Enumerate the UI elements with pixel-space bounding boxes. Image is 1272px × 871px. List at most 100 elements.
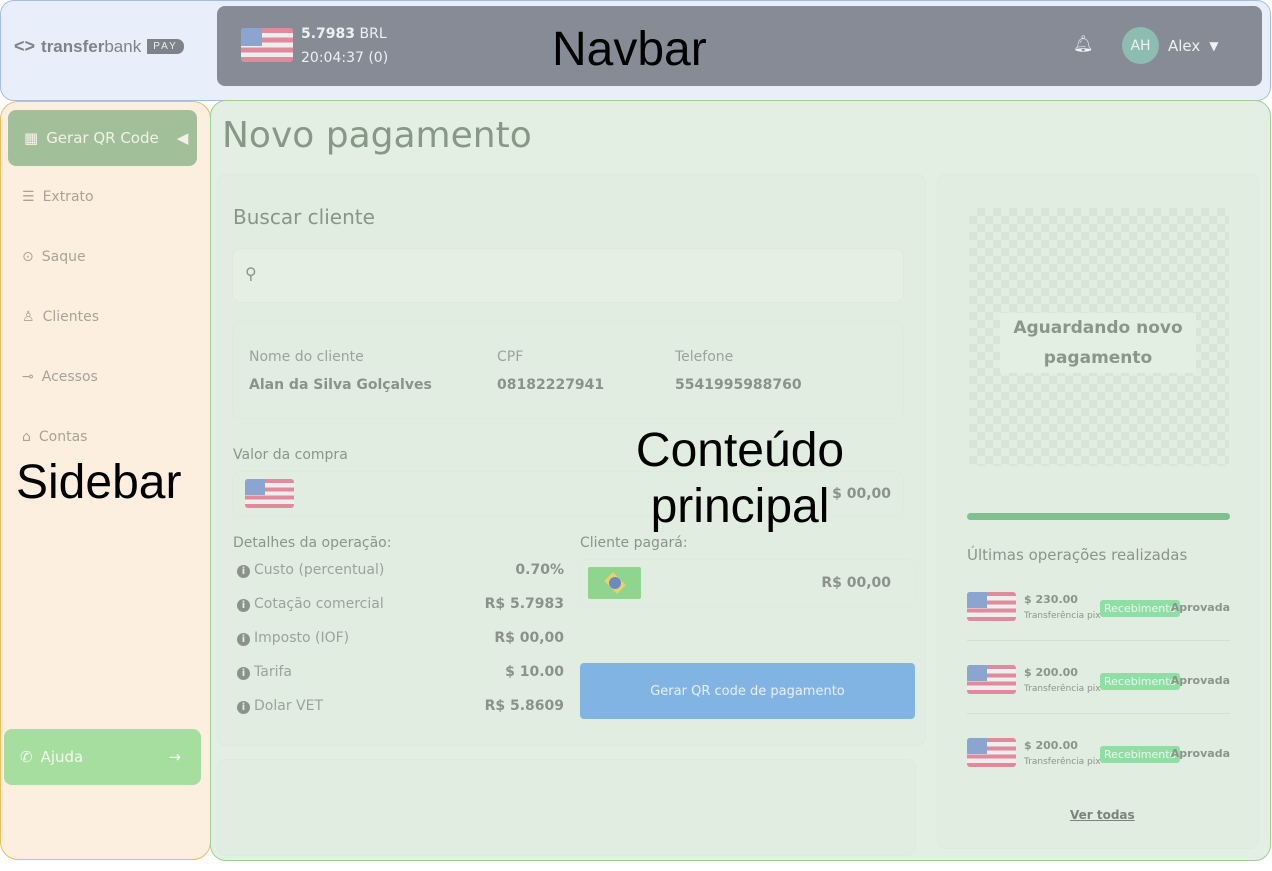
operation-status: Aprovada: [1170, 601, 1230, 614]
detail-label: Tarifa: [254, 664, 292, 680]
sidebar-item-label: Extrato: [42, 189, 94, 205]
detail-label: Imposto (IOF): [254, 630, 350, 646]
search-icon: ⚲: [245, 264, 257, 283]
generate-qr-button[interactable]: Gerar QR code de pagamento: [580, 663, 915, 719]
lower-card: [218, 760, 915, 855]
operation-badge: Recebimento: [1100, 746, 1181, 763]
see-all-link[interactable]: Ver todas: [1070, 808, 1135, 822]
sidebar-item-extrato[interactable]: ☰ Extrato: [22, 189, 94, 205]
us-flag-icon: [967, 592, 1016, 621]
sidebar-item-clientes[interactable]: ♙ Clientes: [22, 309, 99, 325]
operation-badge: Recebimento: [1100, 673, 1181, 690]
client-name: Alan da Silva Golçalves: [249, 377, 432, 393]
progress-bar: [967, 513, 1230, 520]
recent-title: Últimas operações realizadas: [967, 546, 1188, 564]
operation-item[interactable]: $ 230.00 Transferência pix Recebimento Apro…: [967, 590, 1230, 641]
brazil-flag-icon: [588, 567, 641, 599]
client-name-label: Nome do cliente: [249, 349, 364, 365]
detail-row: i Custo (percentual) 0.70%: [237, 562, 564, 578]
navbar: 5.7983 BRL 20:04:37 (0) 🔔︎ AH Alex ▼: [217, 6, 1262, 86]
detail-value: R$ 00,00: [494, 630, 564, 646]
search-title: Buscar cliente: [233, 205, 375, 229]
info-icon: i: [237, 667, 250, 680]
us-flag-icon: [245, 479, 294, 508]
exchange-rate: 5.7983 BRL: [301, 26, 387, 42]
brand-name: transferbank: [41, 36, 142, 56]
divider: [967, 640, 1230, 641]
detail-label-wrap: i Imposto (IOF): [237, 630, 349, 646]
progress-fill: [967, 513, 1230, 520]
operation-item[interactable]: $ 200.00 Transferência pix Recebimento Apro…: [967, 663, 1230, 714]
page-title: Novo pagamento: [222, 115, 532, 156]
sidebar-item-label: Saque: [41, 249, 86, 265]
detail-row: i Tarifa $ 10.00: [237, 664, 564, 680]
sidebar-item-label: Contas: [38, 429, 88, 445]
client-pays-field: R$ 00,00: [580, 560, 915, 606]
detail-label-wrap: i Dolar VET: [237, 698, 323, 714]
brand-badge: PAY: [147, 39, 184, 54]
us-flag-icon: [967, 738, 1016, 767]
operation-type: Transferência pix: [1024, 611, 1101, 621]
phone-value: 5541995988760: [675, 377, 802, 393]
waiting-text: Aguardando novo pagamento: [1000, 313, 1196, 373]
logo-icon: <>: [14, 36, 36, 56]
user-icon: ♙: [22, 309, 35, 325]
user-menu[interactable]: AH Alex ▼: [1122, 27, 1219, 64]
cpf-value: 08182227941: [497, 377, 605, 393]
operation-amount: $ 200.00: [1024, 739, 1078, 752]
detail-value: R$ 5.8609: [484, 698, 564, 714]
key-icon: ⊸: [22, 369, 34, 385]
phone-label: Telefone: [675, 349, 734, 365]
details-label: Detalhes da operação:: [233, 535, 392, 551]
sidebar-item-contas[interactable]: ⌂ Contas: [22, 429, 87, 445]
brand-logo[interactable]: <> transferbank PAY: [14, 36, 184, 57]
operation-amount: $ 200.00: [1024, 666, 1078, 679]
bank-icon: ⌂: [22, 429, 31, 445]
help-button[interactable]: ✆ Ajuda →: [4, 729, 201, 785]
detail-value: R$ 5.7983: [484, 596, 564, 612]
detail-label: Custo (percentual): [254, 562, 385, 578]
info-icon: i: [237, 701, 250, 714]
operation-type: Transferência pix: [1024, 757, 1101, 767]
operation-status: Aprovada: [1170, 674, 1230, 687]
sidebar-item-acessos[interactable]: ⊸ Acessos: [22, 369, 98, 385]
navbar-annotation: Navbar: [552, 23, 707, 76]
us-flag-icon: [241, 28, 293, 62]
user-name: Alex: [1168, 36, 1201, 55]
sidebar-item-gerar-qr-code[interactable]: ▦ Gerar QR Code ◀: [8, 110, 197, 166]
sidebar-item-label: Clientes: [42, 309, 99, 325]
info-icon: i: [237, 599, 250, 612]
operation-amount: $ 230.00: [1024, 593, 1078, 606]
detail-label: Cotação comercial: [254, 596, 384, 612]
detail-value: $ 10.00: [505, 664, 564, 680]
operation-type: Transferência pix: [1024, 684, 1101, 694]
chevron-down-icon: ▼: [1209, 38, 1219, 53]
detail-label: Dolar VET: [254, 698, 323, 714]
operation-badge: Recebimento: [1100, 600, 1181, 617]
client-pays-label: Cliente pagará:: [580, 535, 688, 551]
sidebar-item-label: Acessos: [41, 369, 98, 385]
detail-row: i Imposto (IOF) R$ 00,00: [237, 630, 564, 646]
bell-icon[interactable]: 🔔︎: [1073, 34, 1093, 53]
qr-icon: ▦: [24, 129, 39, 147]
main-annotation: Conteúdo principal: [635, 424, 845, 533]
detail-label-wrap: i Tarifa: [237, 664, 292, 680]
search-input[interactable]: ⚲: [233, 249, 903, 302]
cpf-label: CPF: [497, 349, 524, 365]
operation-status: Aprovada: [1170, 747, 1230, 760]
sidebar-item-label: Gerar QR Code: [46, 129, 159, 147]
client-info-card: Nome do cliente Alan da Silva Golçalves …: [233, 322, 903, 418]
detail-label-wrap: i Cotação comercial: [237, 596, 384, 612]
sidebar-item-saque[interactable]: ⊙ Saque: [22, 249, 86, 265]
info-icon: i: [237, 565, 250, 578]
withdraw-icon: ⊙: [22, 249, 34, 265]
detail-value: 0.70%: [515, 562, 564, 578]
purchase-label: Valor da compra: [233, 447, 348, 463]
us-flag-icon: [967, 665, 1016, 694]
caret-left-icon: ◀: [176, 129, 189, 147]
operation-item[interactable]: $ 200.00 Transferência pix Recebimento Apro…: [967, 736, 1230, 786]
arrow-right-icon: →: [168, 748, 181, 766]
divider: [967, 713, 1230, 714]
client-pays-value: R$ 00,00: [821, 575, 891, 591]
sidebar-annotation: Sidebar: [16, 456, 182, 509]
